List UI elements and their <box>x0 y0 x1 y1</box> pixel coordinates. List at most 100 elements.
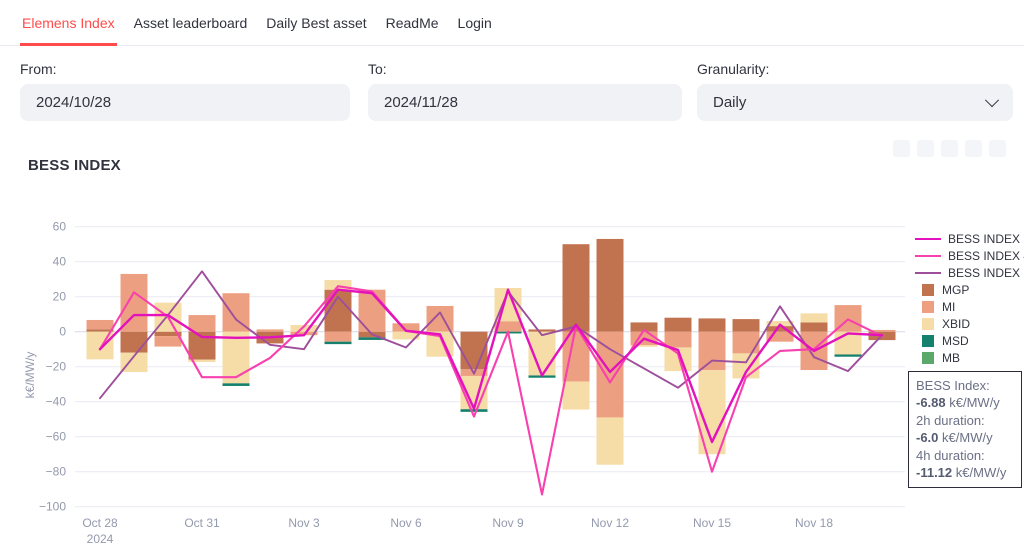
bar-segment-mi-nov-5[interactable] <box>359 290 386 332</box>
bar-segment-msd-nov-1[interactable] <box>223 383 250 386</box>
tab-daily-best-asset[interactable]: Daily Best asset <box>264 15 368 46</box>
legend-square-swatch <box>922 352 934 364</box>
tab-login[interactable]: Login <box>456 15 494 46</box>
legend-label: MGP <box>942 283 969 297</box>
x-tick-sublabel: 2024 <box>87 532 114 546</box>
legend-square-swatch <box>922 335 934 347</box>
y-tick-label: −40 <box>46 395 67 409</box>
to-date-input[interactable] <box>368 84 682 121</box>
bar-segment-mi-nov-2[interactable] <box>257 329 284 331</box>
granularity-value: Daily <box>713 94 746 111</box>
bar-segment-mgp-oct-29[interactable] <box>121 332 148 353</box>
x-tick-label: Nov 3 <box>288 516 320 530</box>
bar-segment-mgp-nov-10[interactable] <box>529 329 556 331</box>
y-tick-label: 0 <box>59 325 66 339</box>
chart-modebar <box>893 140 1006 157</box>
legend-label: BESS INDEX <box>948 232 1020 246</box>
legend-item-bess-index-2h[interactable]: BESS INDEX 2h <box>915 264 1024 281</box>
legend-item-mgp[interactable]: MGP <box>915 281 1024 298</box>
legend-item-bess-index-4h[interactable]: BESS INDEX 4h <box>915 247 1024 264</box>
bar-segment-xbid-oct-28[interactable] <box>87 332 114 360</box>
bar-segment-mi-nov-14[interactable] <box>665 332 692 348</box>
tab-readme[interactable]: ReadMe <box>384 15 441 46</box>
y-axis-title: k€/MW/y <box>23 352 37 399</box>
bess-summary-box: BESS Index: -6.88 k€/MW/y 2h duration: -… <box>908 371 1022 488</box>
chevron-down-icon <box>985 93 999 107</box>
from-label: From: <box>20 61 57 77</box>
line-bess-index[interactable] <box>100 290 882 442</box>
legend-label: BESS INDEX 4h <box>948 249 1024 263</box>
y-tick-label: 40 <box>53 255 67 269</box>
tab-elemens-index[interactable]: Elemens Index <box>20 15 117 46</box>
modebar-button-1-icon[interactable] <box>893 140 910 157</box>
y-tick-label: 60 <box>53 220 67 234</box>
summary-value: -11.12 k€/MW/y <box>916 464 1014 481</box>
bar-segment-mgp-nov-12[interactable] <box>597 239 624 332</box>
bess-index-chart[interactable]: 6040200−20−40−60−80−100k€/MW/yOct 282024… <box>0 210 1024 555</box>
legend-line-swatch <box>915 238 941 240</box>
bar-segment-mgp-nov-18[interactable] <box>801 322 828 331</box>
legend-label: MI <box>942 300 955 314</box>
modebar-button-4-icon[interactable] <box>965 140 982 157</box>
legend-item-xbid[interactable]: XBID <box>915 315 1024 332</box>
legend-line-swatch <box>915 255 941 257</box>
legend-item-msd[interactable]: MSD <box>915 332 1024 349</box>
bar-segment-mi-oct-31[interactable] <box>189 315 216 332</box>
bar-segment-mi-nov-16[interactable] <box>733 332 760 354</box>
legend-item-mb[interactable]: MB <box>915 349 1024 366</box>
bar-segment-mgp-nov-14[interactable] <box>665 318 692 332</box>
line-bess-index-2h[interactable] <box>100 271 882 398</box>
bar-segment-msd-nov-19[interactable] <box>835 354 862 356</box>
x-tick-label: Nov 18 <box>795 516 833 530</box>
bar-segment-msd-nov-4[interactable] <box>325 342 352 344</box>
summary-label: 2h duration: <box>916 412 1014 429</box>
bar-segment-xbid-nov-12[interactable] <box>597 417 624 464</box>
line-bess-index-4h[interactable] <box>100 286 882 494</box>
to-label: To: <box>368 61 387 77</box>
bar-segment-mi-nov-12[interactable] <box>597 332 624 418</box>
summary-value: -6.0 k€/MW/y <box>916 429 1014 446</box>
bar-segment-mi-nov-15[interactable] <box>699 332 726 371</box>
bar-segment-mi-oct-30[interactable] <box>155 336 182 347</box>
legend-label: MSD <box>942 334 969 348</box>
legend-label: XBID <box>942 317 970 331</box>
x-tick-label: Nov 12 <box>591 516 629 530</box>
granularity-label: Granularity: <box>697 61 769 77</box>
summary-label: 4h duration: <box>916 447 1014 464</box>
nav-tabs: Elemens Index Asset leaderboard Daily Best… <box>20 0 494 46</box>
tab-asset-leaderboard[interactable]: Asset leaderboard <box>132 15 250 46</box>
legend-square-swatch <box>922 318 934 330</box>
bar-segment-mgp-oct-28[interactable] <box>87 329 114 331</box>
y-tick-label: 20 <box>53 290 67 304</box>
bar-segment-xbid-nov-11[interactable] <box>563 382 590 410</box>
legend-label: BESS INDEX 2h <box>948 266 1024 280</box>
legend-label: MB <box>942 351 960 365</box>
x-tick-label: Oct 28 <box>82 516 118 530</box>
legend-square-swatch <box>922 284 934 296</box>
modebar-button-2-icon[interactable] <box>917 140 934 157</box>
bar-segment-mgp-nov-11[interactable] <box>563 244 590 332</box>
y-tick-label: −60 <box>46 430 67 444</box>
granularity-select[interactable]: Daily <box>697 84 1013 121</box>
summary-value: -6.88 k€/MW/y <box>916 394 1014 411</box>
chart-legend: BESS INDEX BESS INDEX 4h BESS INDEX 2h MGP M… <box>915 230 1024 366</box>
x-tick-label: Nov 6 <box>390 516 422 530</box>
bar-segment-xbid-nov-18[interactable] <box>801 313 828 322</box>
chart-section-title: BESS INDEX <box>28 157 121 174</box>
bar-segment-mi-oct-28[interactable] <box>87 320 114 329</box>
bar-segment-mi-nov-4[interactable] <box>325 332 352 342</box>
y-tick-label: −20 <box>46 360 67 374</box>
x-tick-label: Oct 31 <box>184 516 220 530</box>
x-tick-label: Nov 15 <box>693 516 731 530</box>
bar-segment-mgp-nov-16[interactable] <box>733 319 760 332</box>
legend-item-bess-index[interactable]: BESS INDEX <box>915 230 1024 247</box>
modebar-button-5-icon[interactable] <box>989 140 1006 157</box>
y-tick-label: −100 <box>39 500 66 514</box>
legend-item-mi[interactable]: MI <box>915 298 1024 315</box>
bar-segment-xbid-nov-1[interactable] <box>223 332 250 384</box>
bar-segment-mgp-nov-15[interactable] <box>699 318 726 331</box>
from-date-input[interactable] <box>20 84 350 121</box>
modebar-button-3-icon[interactable] <box>941 140 958 157</box>
summary-label: BESS Index: <box>916 377 1014 394</box>
x-tick-label: Nov 9 <box>492 516 524 530</box>
